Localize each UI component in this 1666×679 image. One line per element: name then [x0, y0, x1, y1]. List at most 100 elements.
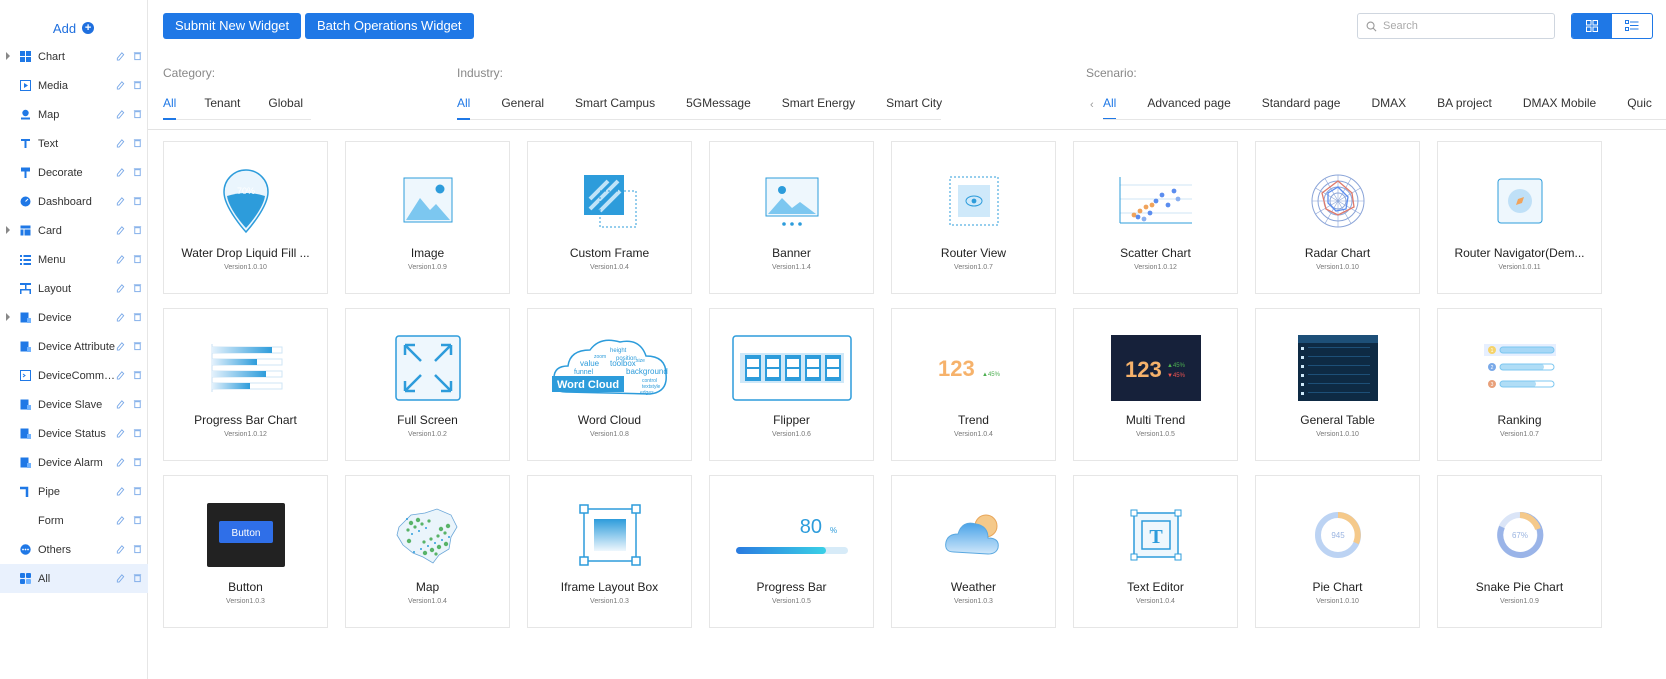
delete-icon[interactable] — [133, 399, 142, 409]
widget-card-weather[interactable]: Weather Version1.0.3 — [891, 475, 1056, 628]
widget-card-multi-trend[interactable]: 123 ▲45% ▼45% Multi Trend Version1.0.5 — [1073, 308, 1238, 461]
delete-icon[interactable] — [133, 312, 142, 322]
scenario-tab-quic[interactable]: Quic — [1627, 96, 1652, 119]
expand-caret-icon[interactable] — [6, 313, 10, 321]
widget-card-button[interactable]: Button Button Version1.0.3 — [163, 475, 328, 628]
sidebar-item-device[interactable]: Device — [0, 303, 148, 332]
delete-icon[interactable] — [133, 457, 142, 467]
sidebar-item-media[interactable]: Media — [0, 71, 148, 100]
delete-icon[interactable] — [133, 515, 142, 525]
widget-card-radar[interactable]: Radar Chart Version1.0.10 — [1255, 141, 1420, 294]
scenario-tab-advanced-page[interactable]: Advanced page — [1147, 96, 1230, 119]
widget-card-pie[interactable]: 945 Pie Chart Version1.0.10 — [1255, 475, 1420, 628]
edit-icon[interactable] — [116, 109, 125, 119]
edit-icon[interactable] — [116, 80, 125, 90]
widget-card-water-drop[interactable]: 70% Water Drop Liquid Fill ... Version1.0.… — [163, 141, 328, 294]
sidebar-item-device-attribute[interactable]: Device Attribute — [0, 332, 148, 361]
widget-card-trend[interactable]: 123 ▲45% Trend Version1.0.4 — [891, 308, 1056, 461]
delete-icon[interactable] — [133, 225, 142, 235]
delete-icon[interactable] — [133, 80, 142, 90]
sidebar-item-chart[interactable]: Chart — [0, 42, 148, 71]
delete-icon[interactable] — [133, 254, 142, 264]
sidebar-item-menu[interactable]: Menu — [0, 245, 148, 274]
scenario-tab-all[interactable]: All — [1103, 96, 1117, 119]
scroll-left-icon[interactable]: ‹ — [1090, 99, 1094, 111]
industry-tab-smart-energy[interactable]: Smart Energy — [782, 96, 855, 119]
category-tab-global[interactable]: Global — [268, 96, 303, 119]
delete-icon[interactable] — [133, 428, 142, 438]
scenario-tab-standard-page[interactable]: Standard page — [1262, 96, 1341, 119]
industry-tab-general[interactable]: General — [501, 96, 544, 119]
edit-icon[interactable] — [116, 573, 125, 583]
category-tab-tenant[interactable]: Tenant — [204, 96, 240, 119]
delete-icon[interactable] — [133, 51, 142, 61]
sidebar-item-all[interactable]: All — [0, 564, 148, 593]
edit-icon[interactable] — [116, 515, 125, 525]
batch-operations-widget-button[interactable]: Batch Operations Widget — [305, 13, 474, 39]
industry-tab-all[interactable]: All — [457, 96, 471, 120]
edit-icon[interactable] — [116, 254, 125, 264]
edit-icon[interactable] — [116, 196, 125, 206]
sidebar-item-text[interactable]: Text — [0, 129, 148, 158]
sidebar-item-devicecomma[interactable]: DeviceComma... — [0, 361, 148, 390]
edit-icon[interactable] — [116, 138, 125, 148]
delete-icon[interactable] — [133, 573, 142, 583]
sidebar-item-pipe[interactable]: Pipe — [0, 477, 148, 506]
sidebar-item-device-status[interactable]: Device Status — [0, 419, 148, 448]
widget-card-image[interactable]: Image Version1.0.9 — [345, 141, 510, 294]
widget-card-scatter[interactable]: Scatter Chart Version1.0.12 — [1073, 141, 1238, 294]
edit-icon[interactable] — [116, 51, 125, 61]
sidebar-item-map[interactable]: Map — [0, 100, 148, 129]
delete-icon[interactable] — [133, 544, 142, 554]
edit-icon[interactable] — [116, 312, 125, 322]
edit-icon[interactable] — [116, 457, 125, 467]
delete-icon[interactable] — [133, 341, 142, 351]
edit-icon[interactable] — [116, 544, 125, 554]
grid-view-button[interactable] — [1572, 14, 1612, 38]
delete-icon[interactable] — [133, 138, 142, 148]
edit-icon[interactable] — [116, 225, 125, 235]
sidebar-item-device-slave[interactable]: Device Slave — [0, 390, 148, 419]
edit-icon[interactable] — [116, 370, 125, 380]
category-tab-all[interactable]: All — [163, 96, 177, 120]
sidebar-item-dashboard[interactable]: Dashboard — [0, 187, 148, 216]
edit-icon[interactable] — [116, 283, 125, 293]
widget-card-word-cloud[interactable]: Word Cloud height zoom position value toolbox… — [527, 308, 692, 461]
edit-icon[interactable] — [116, 428, 125, 438]
widget-card-ranking[interactable]: 1 2 3 Ranking Version1.0.7 — [1437, 308, 1602, 461]
widget-card-general-table[interactable]: General Table Version1.0.10 — [1255, 308, 1420, 461]
expand-caret-icon[interactable] — [6, 226, 10, 234]
scenario-tab-dmax[interactable]: DMAX — [1371, 96, 1406, 119]
widget-card-flipper[interactable]: Flipper Version1.0.6 — [709, 308, 874, 461]
sidebar-item-form[interactable]: Form — [0, 506, 148, 535]
delete-icon[interactable] — [133, 283, 142, 293]
widget-card-snake-pie[interactable]: 67% Snake Pie Chart Version1.0.9 — [1437, 475, 1602, 628]
delete-icon[interactable] — [133, 109, 142, 119]
sidebar-item-device-alarm[interactable]: Device Alarm — [0, 448, 148, 477]
edit-icon[interactable] — [116, 399, 125, 409]
delete-icon[interactable] — [133, 370, 142, 380]
widget-card-progress-bar-chart[interactable]: Progress Bar Chart Version1.0.12 — [163, 308, 328, 461]
widget-card-custom-frame[interactable]: Custom Frame Version1.0.4 — [527, 141, 692, 294]
delete-icon[interactable] — [133, 486, 142, 496]
scenario-tab-dmax-mobile[interactable]: DMAX Mobile — [1523, 96, 1596, 119]
widget-card-banner[interactable]: Banner Version1.1.4 — [709, 141, 874, 294]
sidebar-item-others[interactable]: Others — [0, 535, 148, 564]
industry-tab-5gmessage[interactable]: 5GMessage — [686, 96, 751, 119]
sidebar-item-decorate[interactable]: Decorate — [0, 158, 148, 187]
industry-tab-smart-campus[interactable]: Smart Campus — [575, 96, 655, 119]
widget-card-progress-bar[interactable]: 80% Progress Bar Version1.0.5 — [709, 475, 874, 628]
widget-card-router-view[interactable]: Router View Version1.0.7 — [891, 141, 1056, 294]
delete-icon[interactable] — [133, 196, 142, 206]
edit-icon[interactable] — [116, 486, 125, 496]
search-input[interactable]: Search — [1357, 13, 1555, 39]
widget-card-iframe[interactable]: Iframe Layout Box Version1.0.3 — [527, 475, 692, 628]
widget-card-full-screen[interactable]: Full Screen Version1.0.2 — [345, 308, 510, 461]
widget-card-router-nav[interactable]: Router Navigator(Dem... Version1.0.11 — [1437, 141, 1602, 294]
expand-caret-icon[interactable] — [6, 52, 10, 60]
widget-card-map[interactable]: Map Version1.0.4 — [345, 475, 510, 628]
scenario-tab-ba-project[interactable]: BA project — [1437, 96, 1492, 119]
edit-icon[interactable] — [116, 341, 125, 351]
widget-card-text-editor[interactable]: T Text Editor Version1.0.4 — [1073, 475, 1238, 628]
industry-tab-smart-city[interactable]: Smart City — [886, 96, 942, 119]
